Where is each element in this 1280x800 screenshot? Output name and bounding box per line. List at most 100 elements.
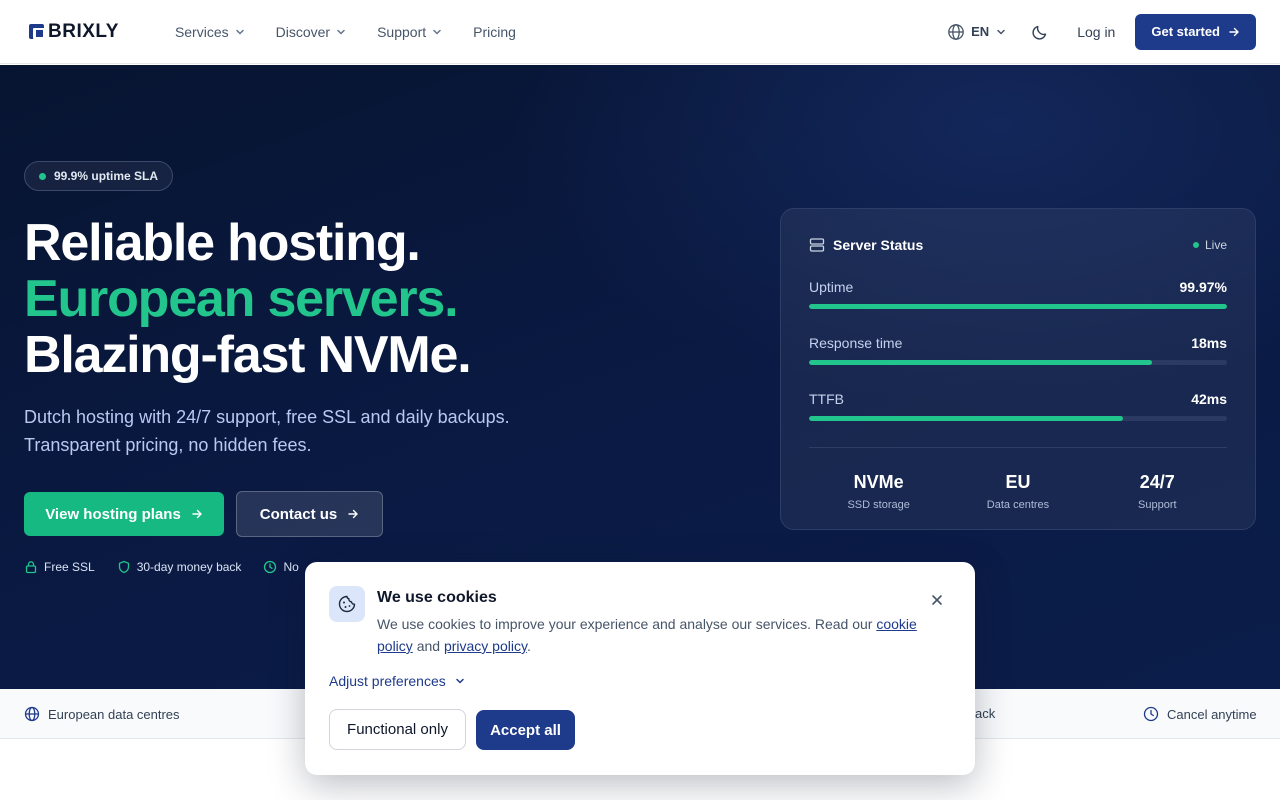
- status-stats: NVMe SSD storage EU Data centres 24/7 Su…: [809, 472, 1227, 511]
- globe-icon: [948, 23, 964, 40]
- top-navbar: BRIXLY Services Discover Support Pricing…: [0, 0, 1280, 64]
- card-divider: [809, 447, 1227, 448]
- get-started-label: Get started: [1151, 24, 1220, 39]
- accept-all-button[interactable]: Accept all: [476, 710, 575, 750]
- nav-pricing[interactable]: Pricing: [473, 24, 516, 40]
- metric-uptime-value: 99.97%: [1179, 279, 1227, 295]
- nav-actions: EN Log in Get started: [947, 13, 1256, 50]
- lock-icon: [25, 561, 37, 574]
- nav-services[interactable]: Services: [175, 24, 246, 40]
- arrow-right-icon: [192, 509, 202, 519]
- uptime-badge: 99.9% uptime SLA: [24, 161, 174, 191]
- functional-only-button[interactable]: Functional only: [329, 709, 466, 750]
- metric-ttfb-label: TTFB: [809, 391, 844, 407]
- status-card-header: Server Status Live: [809, 237, 1227, 253]
- language-code: EN: [971, 24, 990, 39]
- trust-cancel-label: Cancel anytime: [1167, 706, 1257, 722]
- subtitle-line-1: Dutch hosting with 24/7 support, free SS…: [24, 407, 510, 427]
- stat-nvme-label: SSD storage: [847, 499, 910, 511]
- moon-icon[interactable]: [1031, 23, 1049, 41]
- metric-response-label: Response time: [809, 335, 903, 351]
- contact-us-button[interactable]: Contact us: [236, 491, 383, 537]
- hero-subtitle: Dutch hosting with 24/7 support, free SS…: [24, 403, 584, 459]
- hero-headline: Reliable hosting. European servers. Blaz…: [24, 214, 472, 384]
- subtitle-line-2: Transparent pricing, no hidden fees.: [24, 435, 312, 455]
- stat-support: 24/7 Support: [1097, 472, 1217, 511]
- metric-uptime-label: Uptime: [809, 279, 854, 295]
- trust-partial-item: ack: [975, 706, 995, 721]
- metric-uptime: Uptime 99.97%: [809, 279, 1227, 309]
- clock-icon: [1143, 706, 1159, 722]
- brand-name: BRIXLY: [48, 20, 119, 42]
- chevron-down-icon: [235, 29, 244, 34]
- metric-ttfb-fill: [809, 416, 1123, 421]
- stat-nvme-value: NVMe: [853, 472, 904, 492]
- metric-ttfb-value: 42ms: [1191, 391, 1227, 407]
- metric-ttfb-bar: [809, 416, 1227, 421]
- close-icon[interactable]: [927, 590, 947, 610]
- trust-european-data-centres: European data centres: [24, 706, 180, 722]
- metric-uptime-bar: [809, 304, 1227, 309]
- adjust-preferences-toggle[interactable]: Adjust preferences: [329, 673, 466, 689]
- nav-discover-label: Discover: [275, 23, 331, 40]
- cookie-text-and: and: [416, 638, 441, 654]
- status-card-title: Server Status: [809, 237, 923, 253]
- nav-support[interactable]: Support: [377, 24, 443, 40]
- headline-line-1: Reliable hosting.: [24, 214, 421, 272]
- privacy-policy-link[interactable]: privacy policy: [444, 638, 527, 654]
- clock-icon: [264, 560, 277, 574]
- main-nav: Services Discover Support Pricing: [175, 24, 516, 40]
- trust-cancel-anytime: Cancel anytime: [1143, 706, 1257, 722]
- headline-line-2: European servers.: [24, 270, 459, 328]
- stat-eu: EU Data centres: [958, 472, 1078, 511]
- stat-support-label: Support: [1138, 499, 1177, 511]
- metric-response-bar: [809, 360, 1227, 365]
- brand-logo[interactable]: BRIXLY: [29, 21, 119, 43]
- cookie-banner: We use cookies We use cookies to improve…: [305, 562, 975, 775]
- login-link[interactable]: Log in: [1077, 24, 1115, 40]
- language-selector[interactable]: EN: [947, 23, 1007, 41]
- feature-free-ssl-label: Free SSL: [44, 560, 95, 574]
- arrow-right-icon: [348, 509, 358, 519]
- cookie-icon: [329, 586, 365, 622]
- globe-icon: [24, 706, 40, 722]
- nav-services-label: Services: [174, 23, 229, 40]
- stat-support-value: 24/7: [1139, 472, 1175, 492]
- cookie-title: We use cookies: [377, 589, 497, 606]
- stat-eu-label: Data centres: [986, 499, 1050, 511]
- metric-uptime-fill: [809, 304, 1227, 309]
- chevron-down-icon: [433, 29, 441, 34]
- status-card-title-text: Server Status: [833, 237, 924, 253]
- feature-money-back-label: 30-day money back: [136, 560, 242, 574]
- server-status-card: Server Status Live Uptime 99.97% Respons…: [780, 208, 1256, 530]
- metric-response-time: Response time 18ms: [809, 335, 1227, 365]
- hero-features: Free SSL 30-day money back No: [24, 560, 299, 574]
- metric-response-value: 18ms: [1191, 335, 1227, 351]
- stat-eu-value: EU: [1005, 472, 1031, 492]
- status-dot-icon: [39, 172, 46, 180]
- arrow-right-icon: [1229, 27, 1239, 36]
- cookie-description: We use cookies to improve your experienc…: [377, 613, 937, 657]
- cookie-text-before: We use cookies to improve your experienc…: [377, 616, 873, 632]
- nav-pricing-label: Pricing: [473, 23, 516, 40]
- live-label: Live: [1204, 238, 1227, 252]
- feature-no-contract-label: No: [283, 560, 299, 574]
- contact-us-label: Contact us: [259, 505, 338, 523]
- live-dot-icon: [1192, 242, 1199, 248]
- logo-icon: [29, 24, 45, 39]
- nav-support-label: Support: [377, 23, 427, 40]
- shield-icon: [118, 560, 129, 574]
- chevron-down-icon: [455, 678, 464, 684]
- stat-nvme: NVMe SSD storage: [819, 472, 939, 511]
- uptime-badge-text: 99.9% uptime SLA: [54, 169, 159, 183]
- headline-line-3: Blazing-fast NVMe.: [24, 326, 472, 384]
- chevron-down-icon: [337, 29, 345, 34]
- feature-no-contract: No: [263, 560, 299, 574]
- view-hosting-plans-button[interactable]: View hosting plans: [24, 492, 224, 536]
- server-icon: [809, 238, 825, 252]
- metric-response-fill: [809, 360, 1152, 365]
- feature-free-ssl: Free SSL: [24, 560, 95, 574]
- nav-discover[interactable]: Discover: [276, 24, 347, 40]
- get-started-button[interactable]: Get started: [1135, 13, 1256, 50]
- view-hosting-plans-label: View hosting plans: [45, 505, 181, 523]
